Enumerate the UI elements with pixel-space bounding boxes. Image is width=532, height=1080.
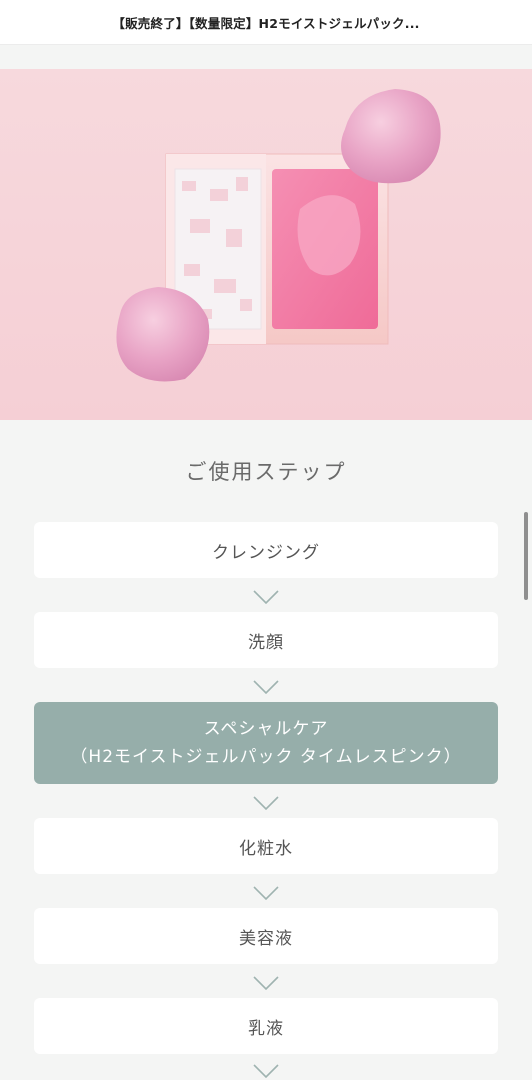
- chevron-down-icon: [253, 796, 279, 810]
- step-face-wash: 洗顔: [34, 612, 498, 668]
- product-illustration: [116, 89, 441, 382]
- section-title: ご使用ステップ: [185, 460, 347, 484]
- step-cleansing: クレンジング: [34, 522, 498, 578]
- step-label: クレンジング: [212, 542, 320, 563]
- step-label: 化粧水: [239, 838, 293, 859]
- step-lotion: 化粧水: [34, 818, 498, 874]
- step-label: 洗顔: [248, 632, 284, 653]
- step-label: スペシャルケア: [203, 719, 329, 739]
- spacer: [0, 45, 532, 69]
- step-label: 乳液: [248, 1018, 284, 1039]
- step-sublabel: （H2モイストジェルパック タイムレスピンク）: [70, 747, 462, 767]
- step-serum: 美容液: [34, 908, 498, 964]
- chevron-down-icon: [253, 976, 279, 990]
- chevron-down-icon: [253, 1064, 279, 1078]
- scrollbar[interactable]: [524, 512, 528, 600]
- product-image: [0, 69, 532, 420]
- header-bar: 【販売終了】【数量限定】H2モイストジェルパック...: [0, 0, 532, 45]
- chevron-down-icon: [253, 886, 279, 900]
- chevron-down-icon: [253, 680, 279, 694]
- step-emulsion: 乳液: [34, 998, 498, 1054]
- chevron-down-icon: [253, 590, 279, 604]
- page-title: 【販売終了】【数量限定】H2モイストジェルパック...: [112, 15, 420, 31]
- step-label: 美容液: [239, 928, 293, 949]
- step-special-care: スペシャルケア （H2モイストジェルパック タイムレスピンク）: [34, 702, 498, 784]
